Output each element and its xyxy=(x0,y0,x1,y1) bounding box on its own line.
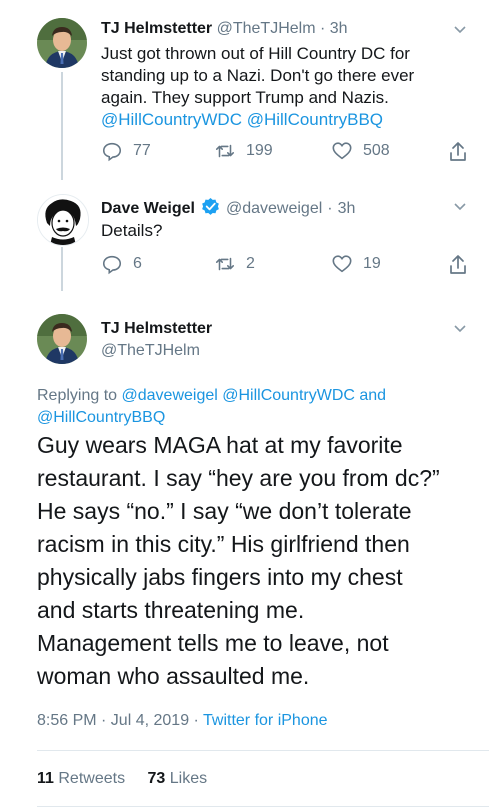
like-button[interactable]: 19 xyxy=(331,253,381,275)
thread-line xyxy=(61,72,63,180)
main-author: TJ Helmstetter @TheTJHelm xyxy=(101,320,212,360)
divider-bottom xyxy=(37,806,489,807)
tweet2-text: Details? xyxy=(101,221,163,240)
tweet-meta: 8:56 PM · Jul 4, 2019 · Twitter for iPho… xyxy=(37,712,328,730)
retweet-button[interactable]: 2 xyxy=(214,253,255,275)
engagement-stats: 11 Retweets 73 Likes xyxy=(37,770,207,788)
heart-icon xyxy=(332,255,352,273)
reply-mentions[interactable]: @daveweigel @HillCountryWDC and xyxy=(122,387,387,404)
chevron-down-icon[interactable] xyxy=(452,22,468,43)
display-name[interactable]: Dave Weigel xyxy=(101,200,195,218)
likes-stat[interactable]: 73 Likes xyxy=(148,770,208,787)
chevron-down-icon[interactable] xyxy=(452,321,468,342)
tweet2-header: Dave Weigel @daveweigel · 3h xyxy=(101,197,355,221)
user-handle[interactable]: @TheTJHelm xyxy=(101,342,212,360)
reply-icon xyxy=(102,255,122,275)
retweet-icon xyxy=(215,144,235,158)
retweet-icon xyxy=(215,257,235,271)
avatar-tjhelm[interactable] xyxy=(37,18,87,68)
mention-links[interactable]: @HillCountryWDC @HillCountryBBQ xyxy=(101,109,414,131)
tweet-time[interactable]: 3h xyxy=(338,200,356,218)
heart-icon xyxy=(332,142,352,160)
avatar-daveweigel[interactable] xyxy=(37,194,89,246)
avatar-tjhelm-main[interactable] xyxy=(37,314,87,364)
reply-button[interactable]: 77 xyxy=(101,140,151,162)
reply-mention-bbq[interactable]: @HillCountryBBQ xyxy=(37,407,386,429)
share-icon xyxy=(450,255,466,274)
reply-icon xyxy=(102,142,122,162)
share-icon xyxy=(450,142,466,161)
user-handle[interactable]: @TheTJHelm xyxy=(217,20,316,37)
retweets-stat[interactable]: 11 Retweets xyxy=(37,770,130,787)
tweet-time[interactable]: 3h xyxy=(330,20,348,37)
thread-line-2 xyxy=(61,247,63,291)
source-link[interactable]: Twitter for iPhone xyxy=(203,712,328,729)
tweet1-text: Just got thrown out of Hill Country DC f… xyxy=(101,44,415,131)
tweet1-header: TJ Helmstetter @TheTJHelm · 3h xyxy=(101,20,348,37)
share-button[interactable] xyxy=(448,254,468,281)
display-name[interactable]: TJ Helmstetter xyxy=(101,320,212,338)
reply-button[interactable]: 6 xyxy=(101,253,142,275)
share-button[interactable] xyxy=(448,141,468,168)
user-handle[interactable]: @daveweigel xyxy=(226,200,322,218)
chevron-down-icon[interactable] xyxy=(452,199,468,220)
timestamp[interactable]: 8:56 PM · Jul 4, 2019 · xyxy=(37,712,203,729)
divider xyxy=(37,750,489,751)
replying-to: Replying to @daveweigel @HillCountryWDC … xyxy=(37,385,386,429)
like-button[interactable]: 508 xyxy=(331,140,390,162)
main-tweet-text: Guy wears MAGA hat at my favorite restau… xyxy=(37,432,440,689)
verified-badge-icon xyxy=(201,197,220,221)
display-name[interactable]: TJ Helmstetter xyxy=(101,20,212,37)
retweet-button[interactable]: 199 xyxy=(214,140,273,162)
